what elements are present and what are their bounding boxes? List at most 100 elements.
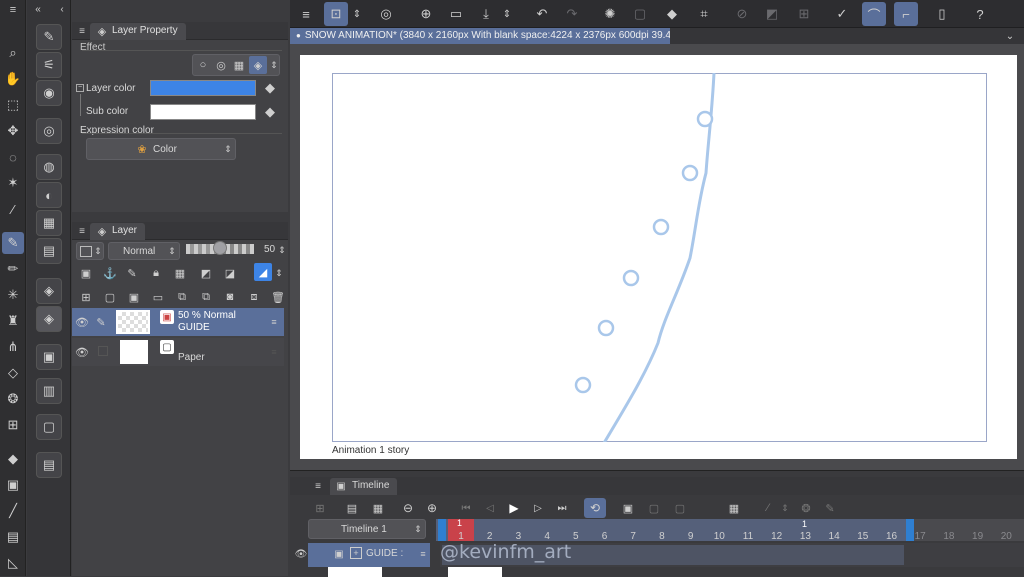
- move-layer-tool-icon[interactable]: ✥: [2, 120, 24, 142]
- frame-number[interactable]: 8: [652, 531, 672, 542]
- up-down-icon[interactable]: ⇕: [274, 265, 284, 281]
- frame-number[interactable]: 3: [508, 531, 528, 542]
- sub-view-icon[interactable]: ▢: [36, 414, 62, 440]
- go-to-end-icon[interactable]: ⏭︎: [554, 500, 570, 516]
- quick-access-icon[interactable]: ⊡: [324, 2, 348, 26]
- frame-number[interactable]: 20: [996, 531, 1016, 542]
- panel-menu-icon[interactable]: ≡: [76, 24, 88, 38]
- range-start-marker[interactable]: [438, 519, 446, 541]
- help-icon[interactable]: ?: [968, 2, 992, 26]
- up-down-icon[interactable]: ⇕: [277, 242, 287, 258]
- navigator-icon[interactable]: ◎: [36, 118, 62, 144]
- expression-color-select[interactable]: ❀ Color ⇕: [86, 138, 236, 160]
- opacity-value[interactable]: 50: [264, 244, 275, 255]
- play-icon[interactable]: ▶: [506, 500, 522, 516]
- eye-icon[interactable]: 👁︎: [74, 314, 90, 330]
- layer-color-effect-icon[interactable]: ◈: [249, 56, 267, 74]
- stroke-icon[interactable]: ⌒: [862, 2, 886, 26]
- layer-color-swatch[interactable]: [150, 80, 256, 96]
- chevron-down-icon[interactable]: ⌄: [1000, 28, 1020, 44]
- tool-property-icon[interactable]: ⚟: [36, 52, 62, 78]
- sub-color-swatch[interactable]: [150, 104, 256, 120]
- onion-skin-icon[interactable]: ▦: [726, 500, 742, 516]
- frame-number[interactable]: 2: [480, 531, 500, 542]
- frame-number[interactable]: 12: [767, 531, 787, 542]
- gradient-tool-icon[interactable]: ▣: [2, 474, 24, 496]
- fill-bucket-icon[interactable]: ◆: [260, 104, 280, 120]
- layer-tab[interactable]: ◈ Layer: [90, 223, 146, 240]
- history-icon[interactable]: ▤: [36, 238, 62, 264]
- new-cel-icon[interactable]: ▣: [620, 500, 636, 516]
- go-to-start-icon[interactable]: ⏮︎: [458, 500, 474, 516]
- brush-tool-icon[interactable]: ✳: [2, 284, 24, 306]
- document-tab[interactable]: ● SNOW ANIMATION* (3840 x 2160px With bla…: [290, 28, 670, 44]
- frame-number[interactable]: 17: [910, 531, 930, 542]
- frame-number[interactable]: 11: [738, 531, 758, 542]
- zoom-tool-icon[interactable]: ⌕: [2, 42, 24, 64]
- eye-icon[interactable]: 👁︎: [294, 547, 308, 561]
- timeline-edit-icon[interactable]: ▦: [370, 500, 386, 516]
- airbrush-tool-icon[interactable]: ♜: [2, 310, 24, 332]
- guide-node[interactable]: [681, 164, 699, 182]
- new-folder-icon[interactable]: ▭: [150, 289, 166, 305]
- edit-target-box[interactable]: [98, 346, 108, 356]
- material-icon[interactable]: ▣: [36, 344, 62, 370]
- animation-cels-icon[interactable]: ▥: [36, 378, 62, 404]
- eraser-tool-icon[interactable]: ◇: [2, 362, 24, 384]
- new-raster-layer-icon[interactable]: ⊞: [78, 289, 94, 305]
- clear-icon[interactable]: ▢: [628, 2, 652, 26]
- layer-property-tab[interactable]: ◈ Layer Property: [90, 23, 186, 40]
- no-effect-icon[interactable]: ○: [195, 57, 211, 73]
- invert-icon[interactable]: ◩: [760, 2, 784, 26]
- up-down-icon[interactable]: ⇕: [269, 57, 279, 73]
- opacity-slider[interactable]: [186, 241, 254, 255]
- guide-node[interactable]: [696, 110, 714, 128]
- pencil-tool-icon[interactable]: ✏: [2, 258, 24, 280]
- panel-menu-icon[interactable]: ≡: [312, 479, 324, 493]
- menu-icon[interactable]: ≡: [294, 2, 318, 26]
- timeline-settings-icon[interactable]: ▤: [344, 500, 360, 516]
- frame-number[interactable]: 15: [853, 531, 873, 542]
- gallery-icon[interactable]: ◎: [374, 2, 398, 26]
- blend-tool-icon[interactable]: ❂: [2, 388, 24, 410]
- guide-node[interactable]: [652, 218, 670, 236]
- next-frame-icon[interactable]: ▷: [530, 500, 546, 516]
- handle-icon[interactable]: ≡: [268, 314, 280, 330]
- frame-tool-icon[interactable]: ⊞: [2, 414, 24, 436]
- blend-mode-select[interactable]: Normal ⇕: [108, 242, 180, 260]
- auto-select-tool-icon[interactable]: ✶: [2, 172, 24, 194]
- save-icon[interactable]: ⤓: [474, 2, 498, 26]
- frame-number[interactable]: 18: [939, 531, 959, 542]
- transform-icon[interactable]: ⌗: [692, 2, 716, 26]
- crop-icon[interactable]: ⊞: [792, 2, 816, 26]
- pen-tool-icon[interactable]: ✎: [2, 232, 24, 254]
- layer-panel-icon[interactable]: ◈: [36, 306, 62, 332]
- apply-mask-icon[interactable]: ⧈: [246, 289, 262, 305]
- panel-menu-icon[interactable]: ≡: [76, 224, 88, 238]
- timeline-tab[interactable]: ▣ Timeline: [330, 478, 398, 495]
- frame-number[interactable]: 16: [882, 531, 902, 542]
- frame-number[interactable]: 19: [968, 531, 988, 542]
- collapse-icon[interactable]: −: [76, 84, 84, 92]
- chevron-left-icon[interactable]: ‹: [55, 2, 69, 16]
- double-chevron-left-icon[interactable]: «: [31, 2, 45, 16]
- camera-icon[interactable]: ❂: [798, 500, 814, 516]
- up-down-icon[interactable]: ⇕: [500, 2, 514, 26]
- undo-icon[interactable]: ↶: [530, 2, 554, 26]
- draft-layer-icon[interactable]: ✎: [124, 265, 140, 281]
- mask-icon[interactable]: ◩: [196, 265, 216, 281]
- layer-color-toggle[interactable]: ⇕: [76, 242, 104, 260]
- ruler-tool-icon[interactable]: ◺: [2, 552, 24, 574]
- line-tool-icon[interactable]: ╱: [2, 500, 24, 522]
- layer-color-icon[interactable]: ◢: [254, 263, 272, 281]
- zoom-out-icon[interactable]: ⊖: [400, 500, 416, 516]
- brush-icon[interactable]: ⌐: [894, 2, 918, 26]
- delete-cel-icon[interactable]: ▢: [672, 500, 688, 516]
- frame-number[interactable]: 7: [623, 531, 643, 542]
- combine-down-icon[interactable]: ⧉: [198, 289, 214, 305]
- pen-icon[interactable]: ✎: [822, 500, 838, 516]
- lock-icon[interactable]: 🔒︎: [148, 265, 164, 281]
- new-timeline-icon[interactable]: ⊞: [312, 500, 328, 516]
- specify-cel-icon[interactable]: ▢: [646, 500, 662, 516]
- loading-icon[interactable]: ✺: [598, 2, 622, 26]
